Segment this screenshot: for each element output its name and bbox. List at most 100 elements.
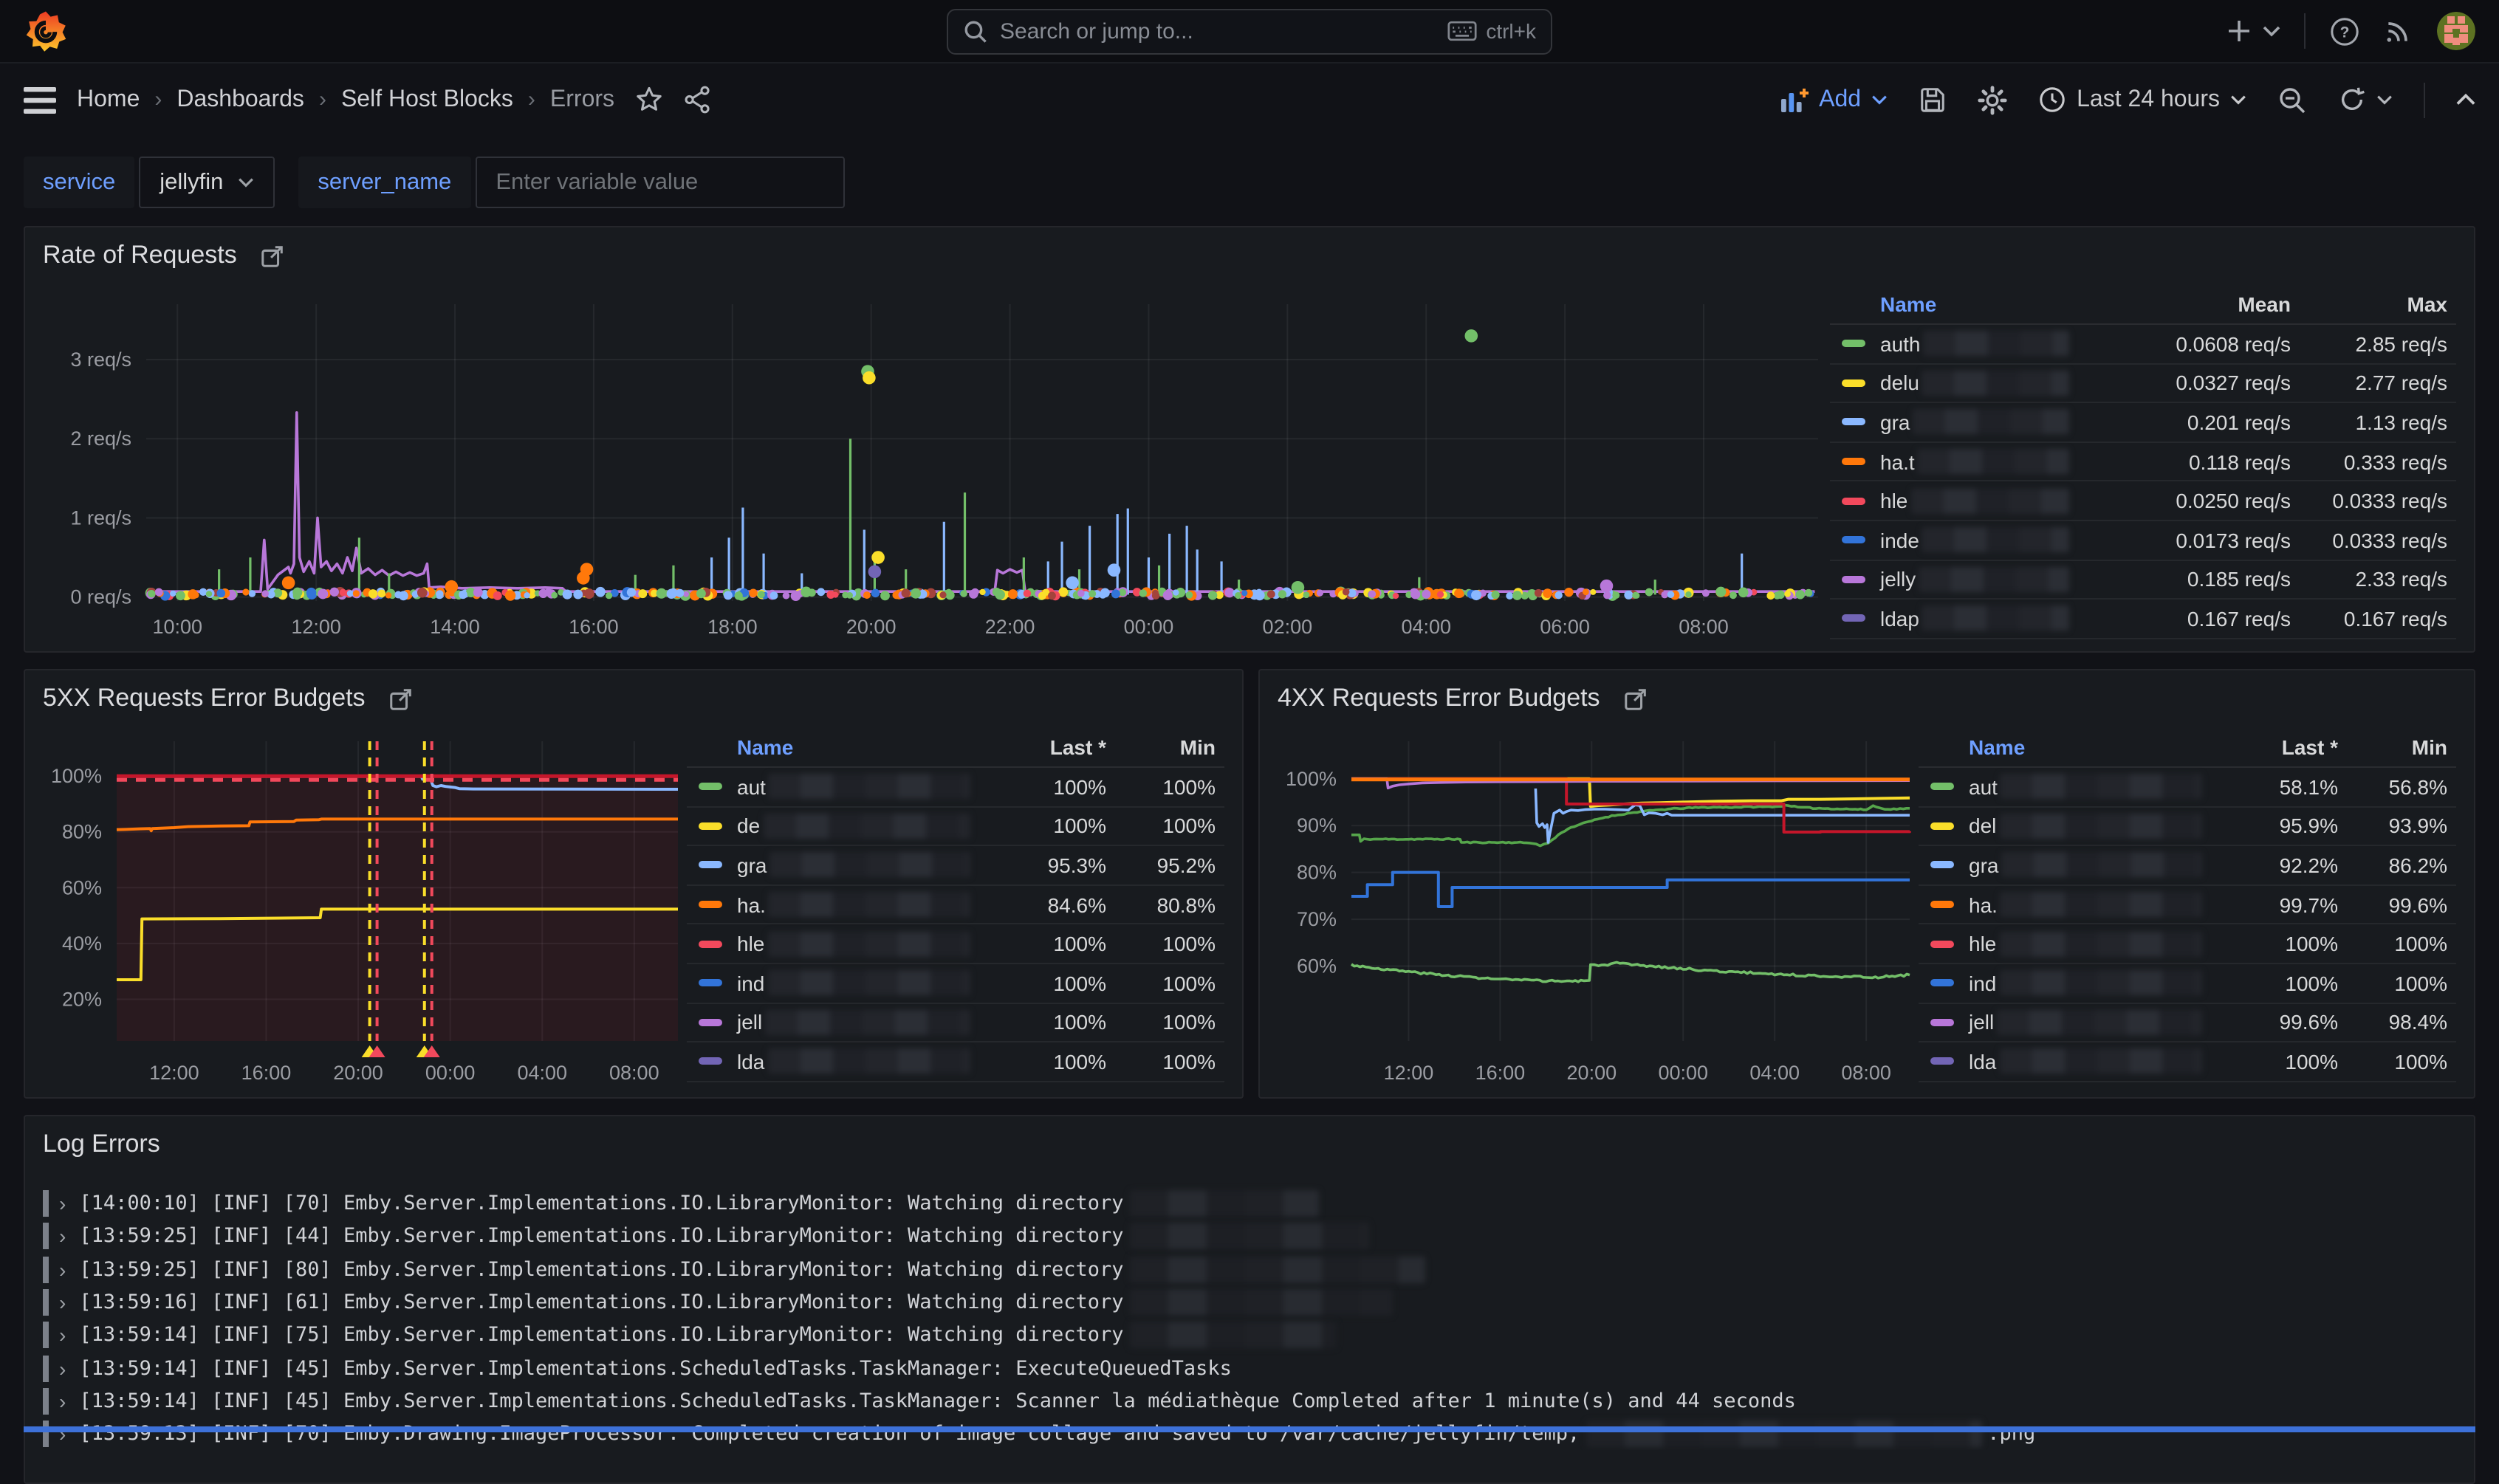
avatar[interactable]: [2437, 12, 2475, 50]
series-color-chip: [1930, 862, 1954, 869]
bottom-scroll-indicator[interactable]: [24, 1426, 2475, 1432]
log-expand-caret[interactable]: ›: [59, 1356, 66, 1380]
log-line[interactable]: ›[13:59:14] [INF] [45] Emby.Server.Imple…: [43, 1352, 2456, 1385]
legend-row[interactable]: ha.84.6%80.8%: [687, 886, 1224, 925]
log-line[interactable]: ›[14:00:10] [INF] [70] Emby.Server.Imple…: [43, 1187, 2456, 1220]
svg-text:04:00: 04:00: [1749, 1062, 1800, 1084]
rate-of-requests-chart[interactable]: 0 req/s1 req/s2 req/s3 req/s10:0012:0014…: [25, 284, 1830, 645]
4xx-legend-table[interactable]: NameLast *Minaut58.1%56.8%del95.9%93.9%g…: [1919, 726, 2468, 1091]
svg-text:02:00: 02:00: [1263, 616, 1313, 638]
legend-row[interactable]: lda100%100%: [1919, 1042, 2456, 1082]
legend-row[interactable]: gra92.2%86.2%: [1919, 846, 2456, 885]
5xx-legend-table[interactable]: NameLast *Minaut100%100%de100%100%gra95.…: [687, 726, 1236, 1091]
legend-row[interactable]: jelly0.185 req/s2.33 req/s: [1830, 560, 2456, 600]
save-dashboard-icon[interactable]: [1919, 86, 1947, 114]
log-text: [13:59:16] [INF] [61] Emby.Server.Implem…: [79, 1289, 1398, 1316]
breadcrumb-dashboards[interactable]: Dashboards: [176, 86, 304, 113]
legend-row[interactable]: ind100%100%: [687, 964, 1224, 1003]
redacted-text: [1999, 814, 2202, 839]
menu-hamburger-icon[interactable]: [24, 86, 56, 113]
legend-row[interactable]: hle0.0250 req/s0.0333 req/s: [1830, 482, 2456, 521]
search-shortcut: ctrl+k: [1447, 19, 1536, 43]
legend-row[interactable]: hle100%100%: [1919, 925, 2456, 964]
series-color-chip: [1842, 458, 1865, 465]
svg-text:1 req/s: 1 req/s: [70, 506, 131, 529]
series-color-chip: [1842, 615, 1865, 622]
clock-icon: [2038, 86, 2066, 114]
zoom-out-icon[interactable]: [2277, 85, 2307, 114]
legend-row[interactable]: lda100%100%: [687, 1042, 1224, 1082]
external-link-icon[interactable]: [261, 243, 286, 268]
chevron-down-icon: [2376, 95, 2393, 105]
legend-row[interactable]: ha.99.7%99.6%: [1919, 886, 2456, 925]
panel-header[interactable]: Rate of Requests: [25, 227, 2474, 284]
svg-text:?: ?: [2340, 24, 2350, 41]
legend-row[interactable]: delu0.0327 req/s2.77 req/s: [1830, 364, 2456, 403]
panel-header[interactable]: Log Errors: [25, 1116, 2474, 1172]
log-expand-caret[interactable]: ›: [59, 1324, 66, 1347]
legend-row[interactable]: ha.t0.118 req/s0.333 req/s: [1830, 443, 2456, 482]
legend-row[interactable]: aut58.1%56.8%: [1919, 768, 2456, 807]
log-line[interactable]: ›[13:59:14] [INF] [75] Emby.Server.Imple…: [43, 1319, 2456, 1352]
log-line[interactable]: › [13:59:25] [INF] [80] Emby.Server.Imple…: [43, 1253, 2456, 1286]
search-bar[interactable]: Search or jump to... ctrl+k: [947, 8, 1552, 54]
panel-header[interactable]: 5XX Requests Error Budgets: [25, 670, 1242, 726]
news-rss-icon[interactable]: [2384, 16, 2413, 46]
plus-icon: [2226, 18, 2252, 44]
log-expand-caret[interactable]: ›: [59, 1257, 66, 1281]
legend-row[interactable]: jell100%100%: [687, 1003, 1224, 1042]
rate-legend-table[interactable]: NameMeanMaxauth0.0608 req/s2.85 req/sdel…: [1830, 284, 2468, 645]
variable-server-name-input[interactable]: [475, 157, 844, 208]
legend-row[interactable]: gra95.3%95.2%: [687, 846, 1224, 885]
legend-row[interactable]: hle100%100%: [687, 925, 1224, 964]
time-range-picker[interactable]: Last 24 hours: [2038, 86, 2246, 114]
legend-row[interactable]: aut100%100%: [687, 768, 1224, 807]
log-expand-caret[interactable]: ›: [59, 1225, 66, 1248]
redacted-text: [1130, 1256, 1425, 1282]
log-line[interactable]: ›[13:59:25] [INF] [44] Emby.Server.Imple…: [43, 1220, 2456, 1254]
series-color-chip: [699, 1019, 722, 1026]
log-expand-caret[interactable]: ›: [59, 1389, 66, 1413]
share-icon[interactable]: [684, 86, 712, 114]
svg-text:22:00: 22:00: [985, 616, 1035, 638]
log-line[interactable]: › [13:59:14] [INF] [45] Emby.Server.Imple…: [43, 1385, 2456, 1418]
legend-row[interactable]: jell99.6%98.4%: [1919, 1003, 2456, 1042]
log-line[interactable]: ›[13:59:13] [INF] [70] Emby.Drawing.Imag…: [43, 1418, 2456, 1451]
4xx-error-budget-chart[interactable]: 60%70%80%90%100%12:0016:0020:0000:0004:0…: [1260, 726, 1919, 1091]
legend-row[interactable]: del95.9%93.9%: [1919, 807, 2456, 846]
help-icon[interactable]: ?: [2329, 16, 2360, 47]
svg-text:100%: 100%: [51, 765, 102, 787]
svg-text:00:00: 00:00: [1658, 1062, 1708, 1084]
5xx-error-budget-chart[interactable]: 20%40%60%80%100%12:0016:0020:0000:0004:0…: [25, 726, 687, 1091]
favorite-star-icon[interactable]: [635, 86, 663, 114]
log-text: [13:59:14] [INF] [45] Emby.Server.Implem…: [79, 1389, 1796, 1413]
log-expand-caret[interactable]: ›: [59, 1291, 66, 1314]
legend-row[interactable]: de100%100%: [687, 807, 1224, 846]
redacted-text: [769, 853, 970, 878]
log-line[interactable]: › [13:59:16] [INF] [61] Emby.Server.Imple…: [43, 1286, 2456, 1319]
new-button[interactable]: [2226, 18, 2280, 44]
external-link-icon[interactable]: [1624, 686, 1649, 711]
add-panel-button[interactable]: Add: [1779, 86, 1888, 113]
series-color-chip: [699, 980, 722, 987]
svg-text:14:00: 14:00: [430, 616, 480, 638]
legend-row[interactable]: gra0.201 req/s1.13 req/s: [1830, 403, 2456, 442]
collapse-chevron-up-icon[interactable]: [2456, 93, 2475, 106]
refresh-button[interactable]: [2338, 86, 2393, 114]
breadcrumb-folder[interactable]: Self Host Blocks: [341, 86, 513, 113]
external-link-icon[interactable]: [389, 686, 414, 711]
log-expand-caret[interactable]: ›: [59, 1192, 66, 1215]
legend-row[interactable]: ind100%100%: [1919, 964, 2456, 1003]
legend-row[interactable]: ldap0.167 req/s0.167 req/s: [1830, 600, 2456, 639]
dashboard-variables: service jellyfin server_name: [0, 136, 2499, 208]
log-text: [13:59:25] [INF] [80] Emby.Server.Implem…: [79, 1256, 1430, 1282]
search-icon: [963, 18, 988, 44]
grafana-logo[interactable]: [24, 9, 68, 53]
breadcrumb-home[interactable]: Home: [77, 86, 140, 113]
breadcrumb-separator: ›: [319, 87, 326, 112]
legend-row[interactable]: auth0.0608 req/s2.85 req/s: [1830, 325, 2456, 364]
panel-header[interactable]: 4XX Requests Error Budgets: [1260, 670, 2474, 726]
legend-row[interactable]: inde0.0173 req/s0.0333 req/s: [1830, 521, 2456, 560]
dashboard-settings-gear-icon[interactable]: [1978, 85, 2007, 114]
variable-service-value[interactable]: jellyfin: [139, 157, 275, 208]
